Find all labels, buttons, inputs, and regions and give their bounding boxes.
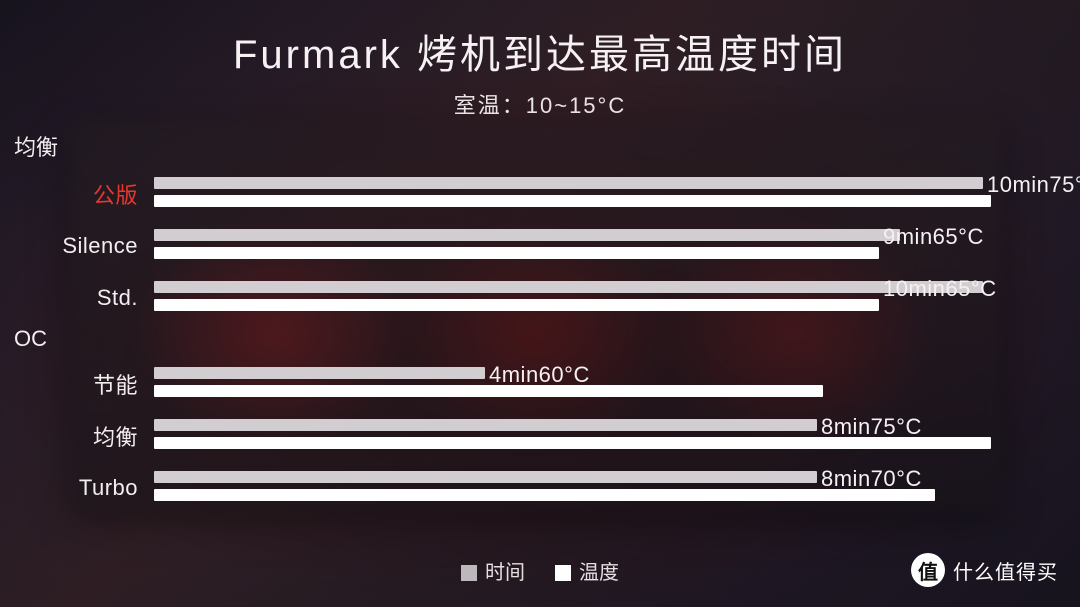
- legend-item-temp: 温度: [555, 556, 619, 585]
- bar-row: 均衡 8min75°C: [2, 410, 1080, 462]
- bar-value-label: 10min65°C: [883, 276, 997, 302]
- row-label: Silence: [2, 233, 154, 259]
- bar-value-label: 4min60°C: [489, 362, 590, 388]
- row-label: 公版: [2, 178, 154, 210]
- bar-row: Std. 10min65°C: [2, 272, 1080, 324]
- bar-track: 8min75°C: [154, 415, 1024, 457]
- bar-value-label: 8min75°C: [821, 414, 922, 440]
- bar-row: Silence 9min65°C: [2, 220, 1080, 272]
- bar-row: Turbo 8min70°C: [2, 462, 1080, 514]
- watermark-badge-icon: 值: [911, 553, 945, 587]
- bar-track: 10min65°C: [154, 277, 1024, 319]
- legend-item-time: 时间: [461, 556, 525, 585]
- bar-temp: [154, 489, 935, 501]
- chart-subtitle: 室温：10~15°C: [0, 88, 1080, 120]
- row-label: Turbo: [2, 475, 154, 501]
- bar-value-label: 9min65°C: [883, 224, 984, 250]
- bar-row: 公版 10min75°C: [2, 168, 1080, 220]
- bar-track: 10min75°C: [154, 173, 1024, 215]
- legend-label-temp: 温度: [579, 562, 619, 584]
- bar-value-label: 8min70°C: [821, 466, 922, 492]
- chart-groups: 均衡 公版 10min75°C Silence 9min65°C Std. 10…: [0, 120, 1080, 514]
- bar-row: 节能 4min60°C: [2, 358, 1080, 410]
- row-label: 均衡: [2, 420, 154, 452]
- bar-value-label: 10min75°C: [987, 172, 1080, 198]
- bar-time: [154, 281, 983, 293]
- row-label: Std.: [2, 285, 154, 311]
- row-label: 节能: [2, 368, 154, 400]
- furmark-temperature-chart: Furmark 烤机到达最高温度时间 室温：10~15°C 均衡 公版 10mi…: [0, 0, 1080, 607]
- bar-time: [154, 419, 817, 431]
- legend-label-time: 时间: [485, 562, 525, 584]
- chart-title: Furmark 烤机到达最高温度时间: [0, 0, 1080, 80]
- bar-track: 9min65°C: [154, 225, 1024, 267]
- watermark: 值 什么值得买: [911, 553, 1058, 587]
- bar-temp: [154, 195, 991, 207]
- group-label: OC: [2, 324, 1080, 358]
- group-label: 均衡: [2, 128, 1080, 168]
- bar-time: [154, 367, 485, 379]
- bar-time: [154, 229, 900, 241]
- legend-swatch-temp: [555, 565, 571, 581]
- bar-time: [154, 471, 817, 483]
- bar-track: 8min70°C: [154, 467, 1024, 509]
- bar-temp: [154, 247, 879, 259]
- legend-swatch-time: [461, 565, 477, 581]
- bar-track: 4min60°C: [154, 363, 1024, 405]
- watermark-text: 什么值得买: [953, 556, 1058, 585]
- bar-temp: [154, 299, 879, 311]
- bar-time: [154, 177, 983, 189]
